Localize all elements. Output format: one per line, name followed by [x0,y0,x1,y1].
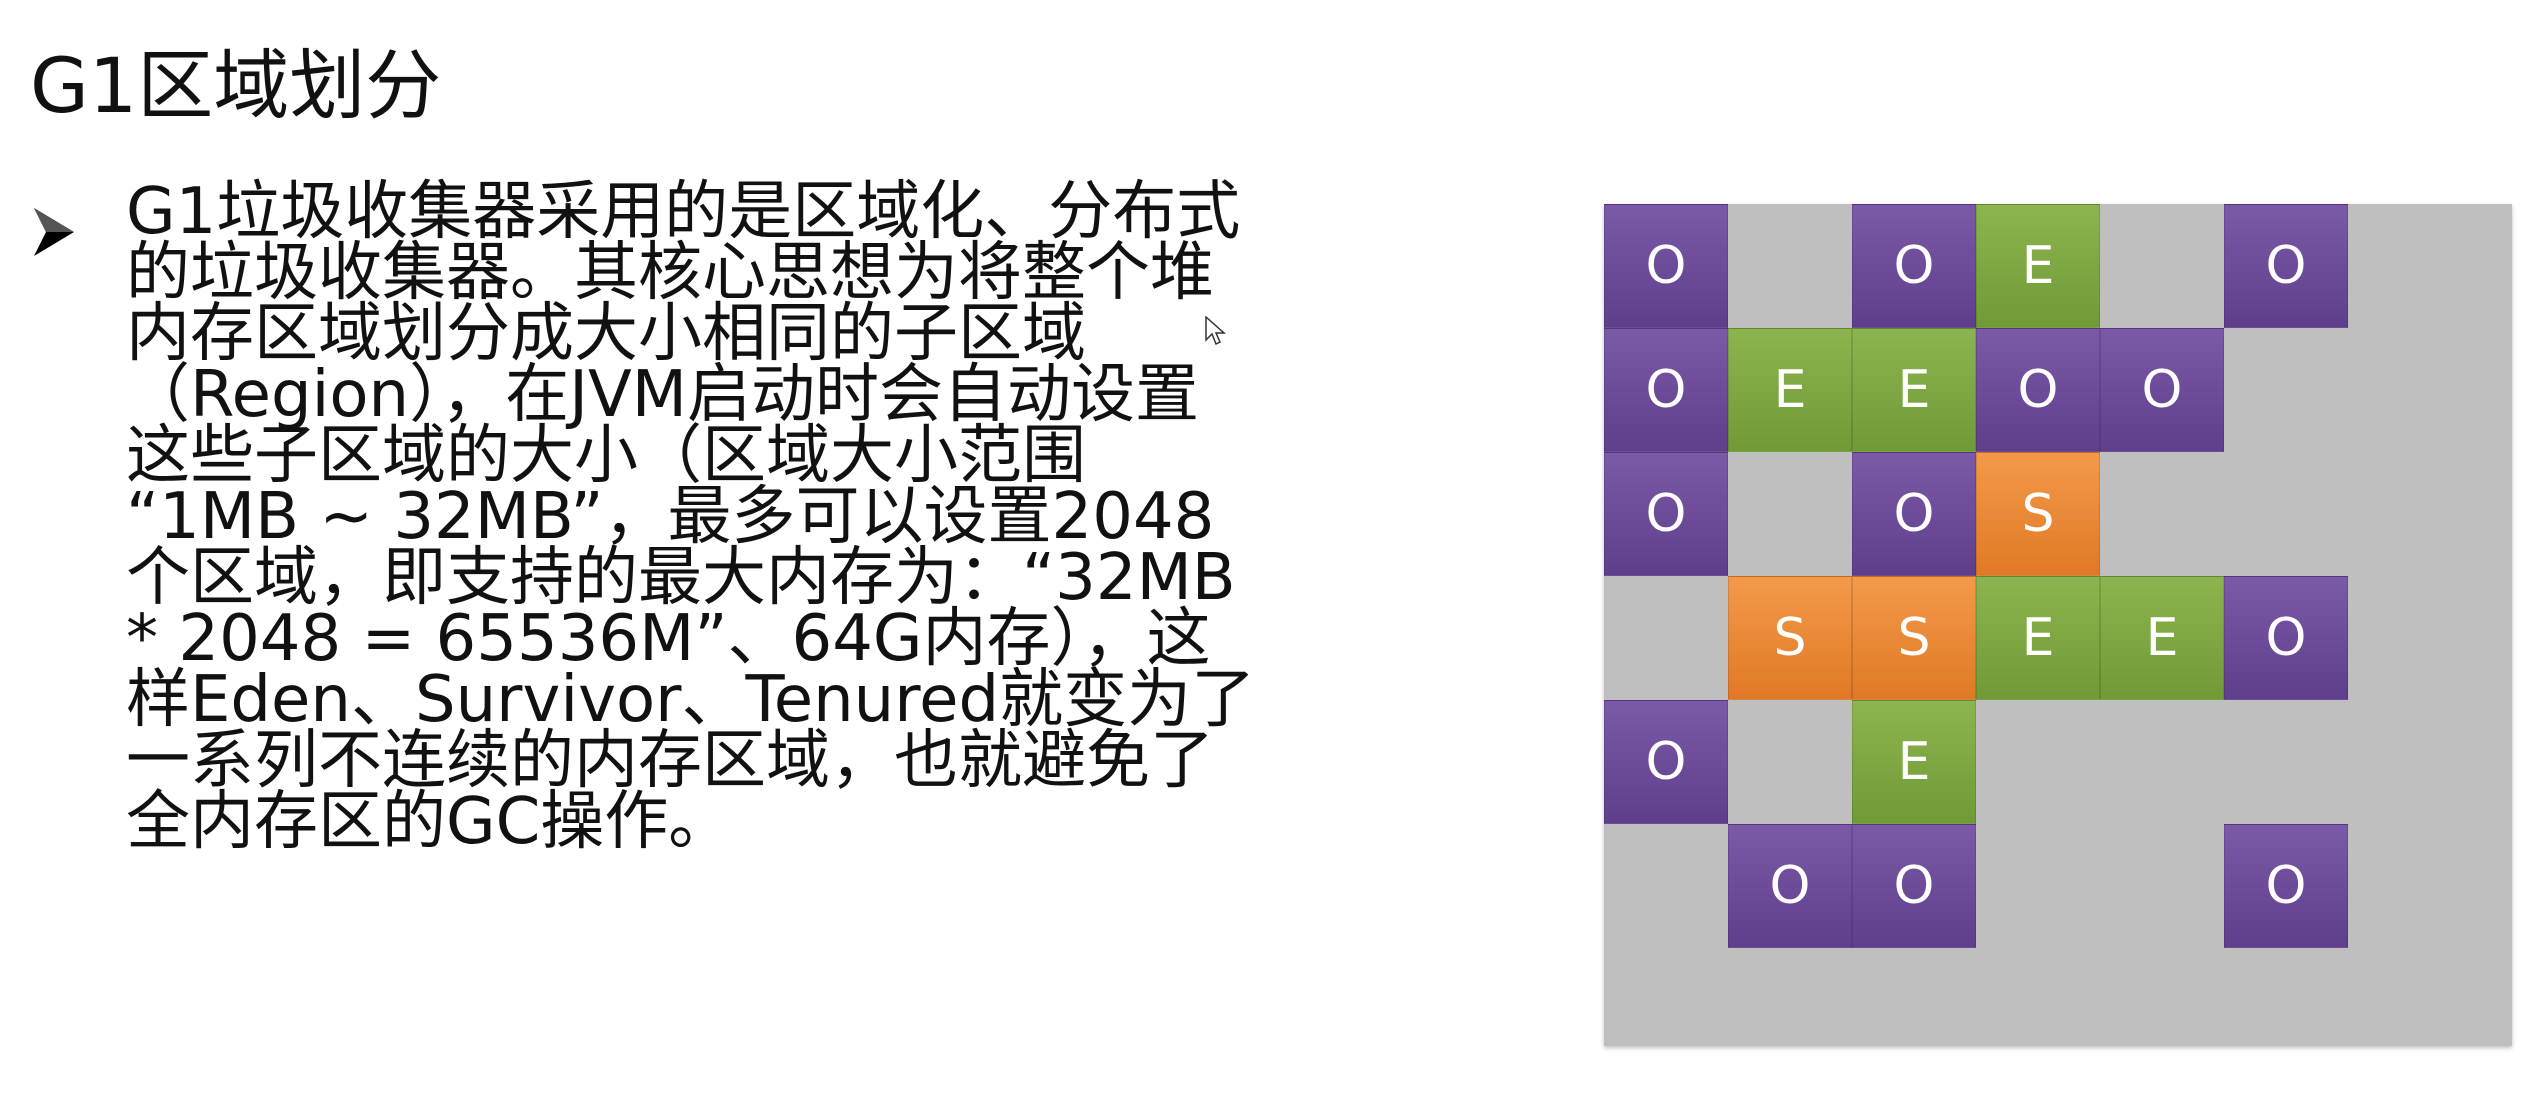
slide-title: G1区域划分 [30,41,442,130]
region-cell-o: O [1604,700,1728,824]
bullet-line: 这些子区域的大小（区域大小范围 [126,419,1086,493]
region-cell-o: O [1728,824,1852,948]
region-diagram: OOEOOEEOOOOSSSEEOOEOOO [1604,204,2512,1046]
bullet-line: （Region），在JVM启动时会自动设置 [126,358,1199,432]
region-cell-o: O [1852,452,1976,576]
mouse-cursor-icon [1205,316,1226,346]
region-cell-o: O [1852,824,1976,948]
region-cell-o: O [2100,328,2224,452]
region-cell-e: E [1976,204,2100,328]
region-cell-o: O [1604,328,1728,452]
region-cell-o: O [2224,204,2348,328]
bullet-line: G1垃圾收集器采用的是区域化、分布式 [126,175,1241,249]
region-cell-e: E [1852,700,1976,824]
region-cell-o: O [1604,204,1728,328]
bullet-line: 个区域，即支持的最大内存为：“32MB [126,541,1236,615]
region-cell-o: O [1852,204,1976,328]
bullet-text: G1垃圾收集器采用的是区域化、分布式 的垃圾收集器。其核心思想为将整个堆 内存区… [126,175,1586,859]
region-cell-o: O [1976,328,2100,452]
region-cell-o: O [2224,576,2348,700]
bullet-line: 内存区域划分成大小相同的子区域 [126,297,1086,371]
bullet-line: 全内存区的GC操作。 [126,785,733,859]
region-cell-s: S [1728,576,1852,700]
region-cell-o: O [2224,824,2348,948]
bullet-line: 的垃圾收集器。其核心思想为将整个堆 [126,236,1214,310]
region-cell-e: E [1976,576,2100,700]
bullet-line: * 2048 = 65536M”、64G内存），这 [126,602,1211,676]
bullet-line: 一系列不连续的内存区域，也就避免了 [126,724,1214,798]
region-cell-e: E [1728,328,1852,452]
bullet-line: “1MB ~ 32MB”，最多可以设置2048 [126,480,1215,554]
region-cell-s: S [1852,576,1976,700]
bullet-line: 样Eden、Survivor、Tenured就变为了 [126,663,1256,737]
arrow-bullet-icon [34,208,74,256]
region-cell-e: E [2100,576,2224,700]
region-cell-o: O [1604,452,1728,576]
region-cell-s: S [1976,452,2100,576]
region-cell-e: E [1852,328,1976,452]
